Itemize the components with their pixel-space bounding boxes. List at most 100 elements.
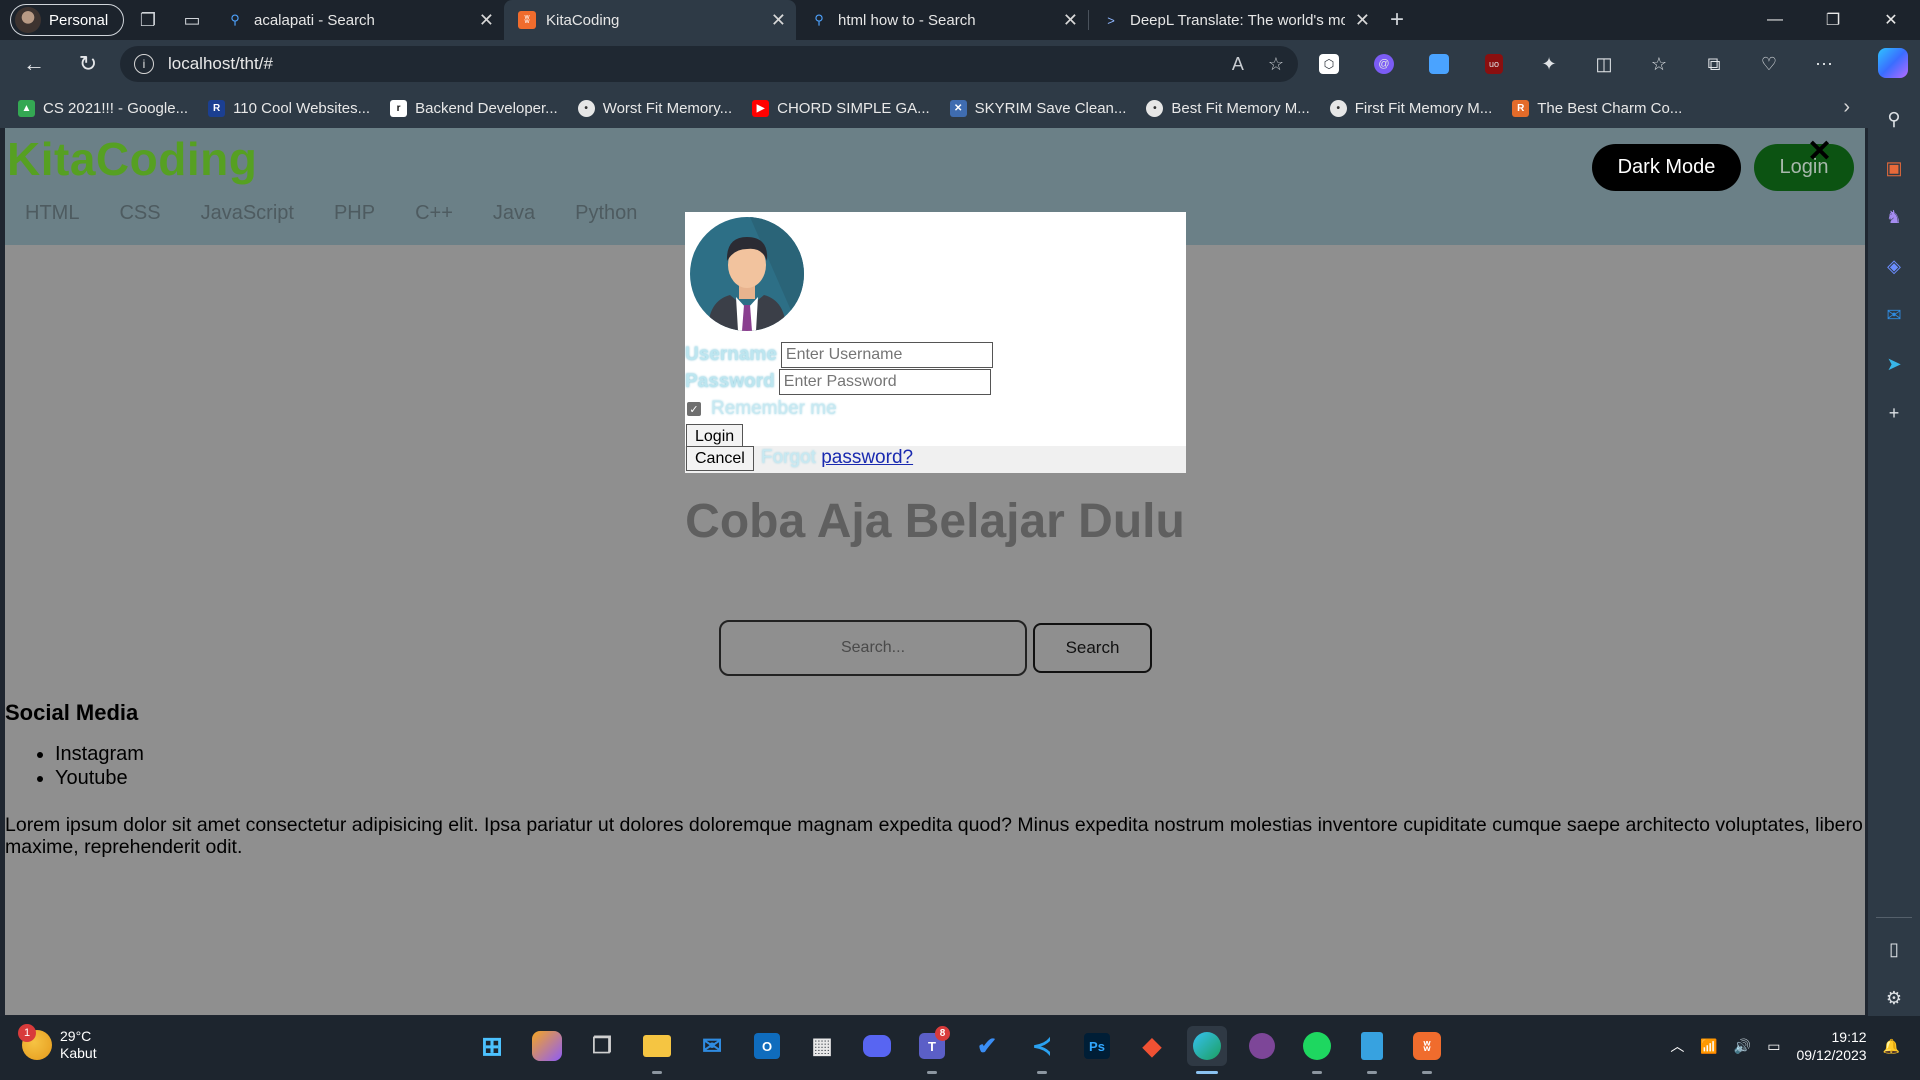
mail-icon[interactable]: ✉	[692, 1026, 732, 1066]
chevron-right-icon[interactable]: ›	[1843, 96, 1850, 119]
split-screen-icon[interactable]: ◫	[1585, 45, 1623, 83]
close-tab-icon[interactable]: ✕	[1063, 10, 1078, 31]
tab-acalapati[interactable]: ⚲ acalapati - Search ✕	[212, 0, 504, 40]
bookmark-item[interactable]: r Backend Developer...	[390, 99, 558, 117]
back-button[interactable]: ←	[10, 44, 58, 84]
new-tab-button[interactable]: +	[1390, 6, 1404, 34]
tab-actions-icon[interactable]: ▭	[172, 0, 212, 40]
social-link-youtube[interactable]: Youtube	[55, 766, 144, 790]
extensions-puzzle-icon[interactable]: ✦	[1530, 45, 1568, 83]
bookmark-item[interactable]: • First Fit Memory M...	[1329, 99, 1492, 117]
collections-icon[interactable]: ⧉	[1695, 45, 1733, 83]
spotify-icon[interactable]	[1297, 1026, 1337, 1074]
site-logo[interactable]: KitaCoding	[7, 132, 257, 186]
minimize-button[interactable]: —	[1746, 0, 1804, 40]
task-view-icon[interactable]: ❐	[582, 1026, 622, 1066]
store-icon[interactable]: ▦	[802, 1026, 842, 1066]
browser-essentials-icon[interactable]: ♡	[1750, 45, 1788, 83]
close-tab-icon[interactable]: ✕	[771, 10, 786, 31]
bookmark-item[interactable]: R 110 Cool Websites...	[208, 99, 370, 117]
nav-javascript[interactable]: JavaScript	[201, 202, 294, 225]
send-icon[interactable]: ➤	[1876, 347, 1912, 382]
xampp-app-icon[interactable]: ʬ	[1407, 1026, 1447, 1074]
notification-bell-icon[interactable]: 🔔	[1883, 1038, 1900, 1055]
photoshop-icon[interactable]: Ps	[1077, 1026, 1117, 1066]
refresh-button[interactable]: ↻	[64, 44, 112, 84]
bookmark-item[interactable]: ▶ CHORD SIMPLE GA...	[752, 99, 930, 117]
todo-icon[interactable]: ✔	[967, 1026, 1007, 1066]
remember-checkbox[interactable]: ✓	[687, 402, 701, 416]
bookmark-item[interactable]: ✕ SKYRIM Save Clean...	[949, 99, 1126, 117]
nav-php[interactable]: PHP	[334, 202, 375, 225]
profile-button[interactable]: Personal	[10, 4, 124, 36]
bookmark-item[interactable]: • Best Fit Memory M...	[1146, 99, 1310, 117]
extension-icon[interactable]: @	[1365, 45, 1403, 83]
discord-icon[interactable]	[857, 1026, 897, 1066]
restore-button[interactable]: ❐	[1804, 0, 1862, 40]
ublock-icon[interactable]: uo	[1475, 45, 1513, 83]
edge-icon[interactable]	[1187, 1026, 1227, 1074]
tab-deepl[interactable]: > DeepL Translate: The world's most ✕	[1088, 0, 1380, 40]
chevron-up-icon[interactable]: ︿	[1670, 1036, 1684, 1056]
volume-icon[interactable]: 🔊	[1734, 1038, 1751, 1055]
weather-desc: Kabut	[60, 1045, 97, 1061]
password-input[interactable]	[778, 369, 991, 395]
file-explorer-icon[interactable]	[637, 1026, 677, 1074]
nav-java[interactable]: Java	[493, 202, 535, 225]
social-link-instagram[interactable]: Instagram	[55, 742, 144, 766]
forgot-password-link[interactable]: password?	[821, 447, 913, 468]
search-icon[interactable]: ⚲	[1876, 102, 1912, 137]
read-aloud-icon[interactable]: A	[1232, 54, 1244, 75]
add-icon[interactable]: +	[1876, 396, 1912, 431]
username-input[interactable]	[780, 342, 993, 368]
more-menu-icon[interactable]: ⋯	[1805, 45, 1843, 83]
outlook-app-icon[interactable]: O	[747, 1026, 787, 1066]
extension-icon[interactable]	[1420, 45, 1458, 83]
close-tab-icon[interactable]: ✕	[479, 10, 494, 31]
settings-gear-icon[interactable]: ⚙	[1876, 981, 1912, 1016]
nav-css[interactable]: CSS	[119, 202, 160, 225]
close-modal-icon[interactable]: ✕	[1807, 134, 1832, 169]
teams-icon[interactable]: T8	[912, 1026, 952, 1074]
weather-widget[interactable]: 1 29°C Kabut	[18, 1024, 97, 1062]
deepl-icon: >	[1107, 12, 1115, 28]
favorites-icon[interactable]: ☆	[1640, 45, 1678, 83]
info-icon[interactable]: i	[134, 54, 154, 74]
bookmark-item[interactable]: • Worst Fit Memory...	[577, 99, 732, 117]
games-icon[interactable]: ♞	[1876, 200, 1912, 235]
tab-html-how-to[interactable]: ⚲ html how to - Search ✕	[796, 0, 1088, 40]
copilot-sidebar-icon[interactable]: ◈	[1876, 249, 1912, 284]
outlook-icon[interactable]: ✉	[1876, 298, 1912, 333]
bookmark-item[interactable]: R The Best Charm Co...	[1512, 99, 1682, 117]
cancel-button[interactable]: Cancel	[686, 446, 754, 471]
extension-icon[interactable]: ⬡	[1310, 45, 1348, 83]
nav-html[interactable]: HTML	[25, 202, 79, 225]
tools-icon[interactable]: ▣	[1876, 151, 1912, 186]
vscode-icon[interactable]: ≺	[1022, 1026, 1062, 1074]
copilot-app-icon[interactable]	[532, 1031, 562, 1061]
copilot-icon[interactable]	[1878, 48, 1908, 78]
git-icon[interactable]: ◆	[1132, 1026, 1172, 1066]
close-tab-icon[interactable]: ✕	[1355, 10, 1370, 31]
wifi-icon[interactable]: 📶	[1700, 1038, 1717, 1055]
nav-cpp[interactable]: C++	[415, 202, 453, 225]
close-window-button[interactable]: ✕	[1862, 0, 1920, 40]
bookmark-item[interactable]: ▲ CS 2021!!! - Google...	[18, 99, 188, 117]
favorite-star-icon[interactable]: ☆	[1268, 54, 1284, 75]
remember-label: Remember me	[711, 398, 837, 419]
battery-icon[interactable]: ▭	[1767, 1038, 1780, 1055]
notepad-icon[interactable]	[1352, 1026, 1392, 1074]
address-bar[interactable]: i localhost/tht/# A ☆	[120, 46, 1298, 82]
dark-mode-button[interactable]: Dark Mode	[1592, 144, 1741, 191]
workspaces-icon[interactable]: ❐	[128, 0, 168, 40]
clock[interactable]: 19:12 09/12/2023	[1796, 1028, 1866, 1064]
search-button[interactable]: Search	[1033, 623, 1152, 673]
nav-python[interactable]: Python	[575, 202, 637, 225]
login-button[interactable]: Login	[1754, 144, 1854, 191]
url-text[interactable]: localhost/tht/#	[168, 54, 1208, 74]
hide-sidebar-icon[interactable]: ▯	[1876, 932, 1912, 967]
search-input[interactable]: Search...	[719, 620, 1027, 676]
start-icon[interactable]: ⊞	[472, 1026, 512, 1066]
tab-kitacoding[interactable]: ʬ KitaCoding ✕	[504, 0, 796, 40]
tor-icon[interactable]	[1242, 1026, 1282, 1066]
